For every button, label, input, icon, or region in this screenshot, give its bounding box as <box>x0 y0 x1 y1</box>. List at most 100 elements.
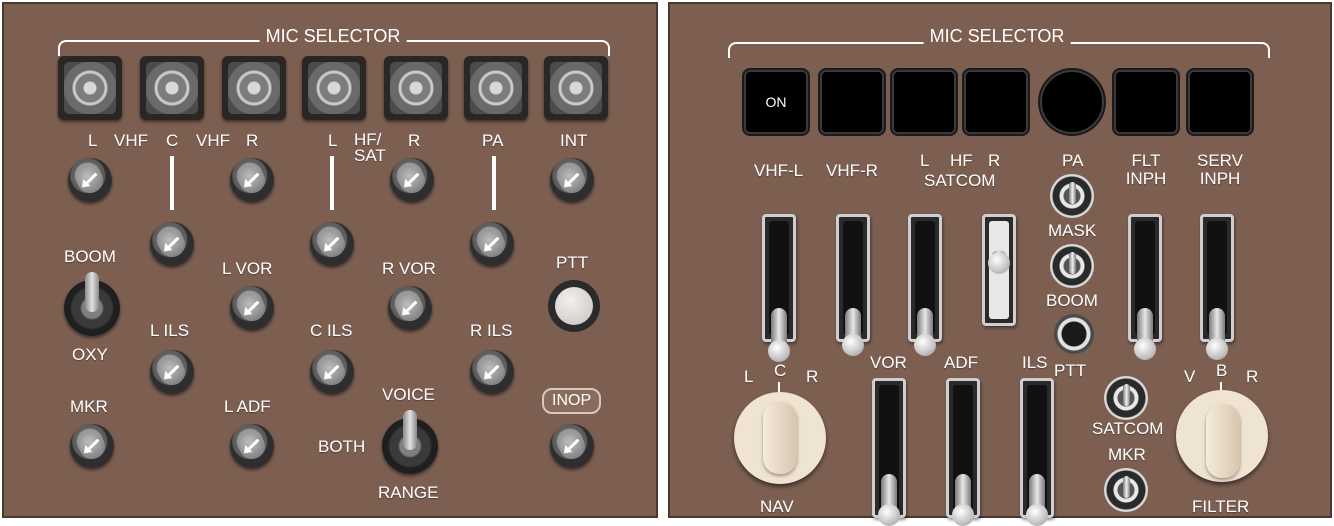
label-satcom: SATCOM <box>924 171 996 190</box>
label-filter: FILTER <box>1192 497 1250 516</box>
indicator-line-c <box>170 156 174 210</box>
label-voice: VOICE <box>382 385 435 404</box>
nav-tick <box>778 382 780 392</box>
volume-knob-hf-r[interactable] <box>390 158 434 202</box>
mic-button-int[interactable] <box>544 56 608 120</box>
indicator-line-pa <box>492 156 496 210</box>
panel-title: MIC SELECTOR <box>923 26 1071 47</box>
label-ils: ILS <box>1022 353 1048 372</box>
volume-knob-vhf-c[interactable] <box>150 222 194 266</box>
slider-lever-pa[interactable] <box>988 250 1010 274</box>
filter-rotary-selector[interactable] <box>1176 390 1268 482</box>
mic-button-satcom-l[interactable] <box>892 70 956 134</box>
voice-range-lever[interactable] <box>403 410 417 450</box>
label-boom: BOOM <box>1046 291 1098 310</box>
volume-knob-l-ils[interactable] <box>150 350 194 394</box>
inop-placard: INOP <box>542 388 602 414</box>
slider-lever-satcom[interactable] <box>914 308 936 356</box>
label-ptt: PTT <box>1054 361 1087 380</box>
label-satcom-2: SATCOM <box>1092 419 1164 438</box>
label-vor: VOR <box>870 353 907 372</box>
mic-button-hf-l[interactable] <box>302 56 366 120</box>
volume-knob-int[interactable] <box>550 158 594 202</box>
mic-button-pa[interactable] <box>464 56 528 120</box>
label-nav-r: R <box>806 367 819 386</box>
volume-knob-c-ils[interactable] <box>310 350 354 394</box>
hf-satcom-toggle-switch[interactable] <box>1104 376 1148 420</box>
mic-button-vhf-l[interactable] <box>58 56 122 120</box>
label-nav-c: C <box>774 361 787 380</box>
pa-toggle-switch[interactable] <box>1050 174 1094 218</box>
mic-button-vhf-l[interactable]: ON <box>744 70 808 134</box>
mic-button-vhf-c[interactable] <box>140 56 204 120</box>
slider-lever-vhf-r[interactable] <box>842 308 864 356</box>
mkr-toggle-switch[interactable] <box>1104 468 1148 512</box>
slider-lever-ils[interactable] <box>1026 474 1048 526</box>
volume-knob-l-adf[interactable] <box>230 424 274 468</box>
label-vhf-r: VHF-R <box>826 161 878 180</box>
label-r: R <box>988 151 1001 170</box>
label-c-ils: C ILS <box>310 321 353 340</box>
volume-knob-vhf-r[interactable] <box>230 158 274 202</box>
label-l-ils: L ILS <box>150 321 190 340</box>
label-mkr: MKR <box>70 397 108 416</box>
label-l-2: L <box>328 131 338 150</box>
mic-button-serv-inph[interactable] <box>1188 70 1252 134</box>
label-boom: BOOM <box>64 247 116 266</box>
label-nav-l: L <box>744 367 754 386</box>
label-l: L <box>920 151 930 170</box>
label-l-vor: L VOR <box>222 259 273 278</box>
mic-button-vhf-r[interactable] <box>820 70 884 134</box>
label-oxy: OXY <box>72 345 108 364</box>
slider-lever-serv-inph[interactable] <box>1206 308 1228 360</box>
nav-rotary-selector[interactable] <box>734 392 826 484</box>
mic-button-vhf-r[interactable] <box>222 56 286 120</box>
volume-knob-vhf-l[interactable] <box>68 158 112 202</box>
label-l: L <box>88 131 98 150</box>
label-hf: HF <box>950 151 973 170</box>
label-l-adf: L ADF <box>224 397 271 416</box>
mic-button-flt-inph[interactable] <box>1114 70 1178 134</box>
mic-selector-panel-right: MIC SELECTOR ON VHF-L VHF-R L HF R SATCO… <box>668 2 1332 526</box>
volume-knob-r-ils[interactable] <box>470 350 514 394</box>
label-mask: MASK <box>1048 221 1097 240</box>
volume-knob-r-vor[interactable] <box>388 286 432 330</box>
label-filter-b: B <box>1216 361 1228 380</box>
label-both: BOTH <box>318 437 366 456</box>
mic-selector-panel-left: MIC SELECTOR L VHF C VHF R L HF/ SAT R P… <box>2 2 658 518</box>
label-adf: ADF <box>944 353 978 372</box>
volume-knob-mkr[interactable] <box>70 424 114 468</box>
label-c: C <box>166 131 179 150</box>
label-r-vor: R VOR <box>382 259 436 278</box>
label-r-2: R <box>408 131 421 150</box>
label-vhf-l: VHF-L <box>754 161 804 180</box>
mask-boom-toggle-switch[interactable] <box>1050 244 1094 288</box>
label-int: INT <box>560 131 588 150</box>
volume-knob-inop[interactable] <box>550 424 594 468</box>
boom-oxy-lever[interactable] <box>85 272 99 312</box>
volume-knob-hf-l[interactable] <box>310 222 354 266</box>
label-filter-r: R <box>1246 367 1259 386</box>
ptt-button[interactable] <box>1054 314 1094 354</box>
label-mkr: MKR <box>1108 445 1146 464</box>
label-r: R <box>246 131 259 150</box>
label-hf-sat: HF/ SAT <box>354 130 386 165</box>
mic-button-hf-r[interactable] <box>384 56 448 120</box>
slider-lever-adf[interactable] <box>952 474 974 526</box>
panel-title: MIC SELECTOR <box>259 26 407 47</box>
mic-button-pa[interactable] <box>1040 70 1104 134</box>
label-filter-v: V <box>1184 367 1196 386</box>
label-range: RANGE <box>378 483 439 502</box>
volume-knob-pa[interactable] <box>470 222 514 266</box>
volume-knob-l-vor[interactable] <box>230 286 274 330</box>
slider-lever-vhf-l[interactable] <box>768 308 790 362</box>
slider-lever-flt-inph[interactable] <box>1134 308 1156 360</box>
label-vhf-2: VHF <box>196 131 230 150</box>
ptt-button[interactable] <box>548 280 600 332</box>
mic-button-satcom-r[interactable] <box>964 70 1028 134</box>
indicator-line-hf-l <box>330 156 334 210</box>
label-ptt: PTT <box>556 253 589 272</box>
label-r-ils: R ILS <box>470 321 513 340</box>
label-serv-inph: SERV INPH <box>1197 151 1243 188</box>
slider-lever-vor[interactable] <box>878 474 900 526</box>
